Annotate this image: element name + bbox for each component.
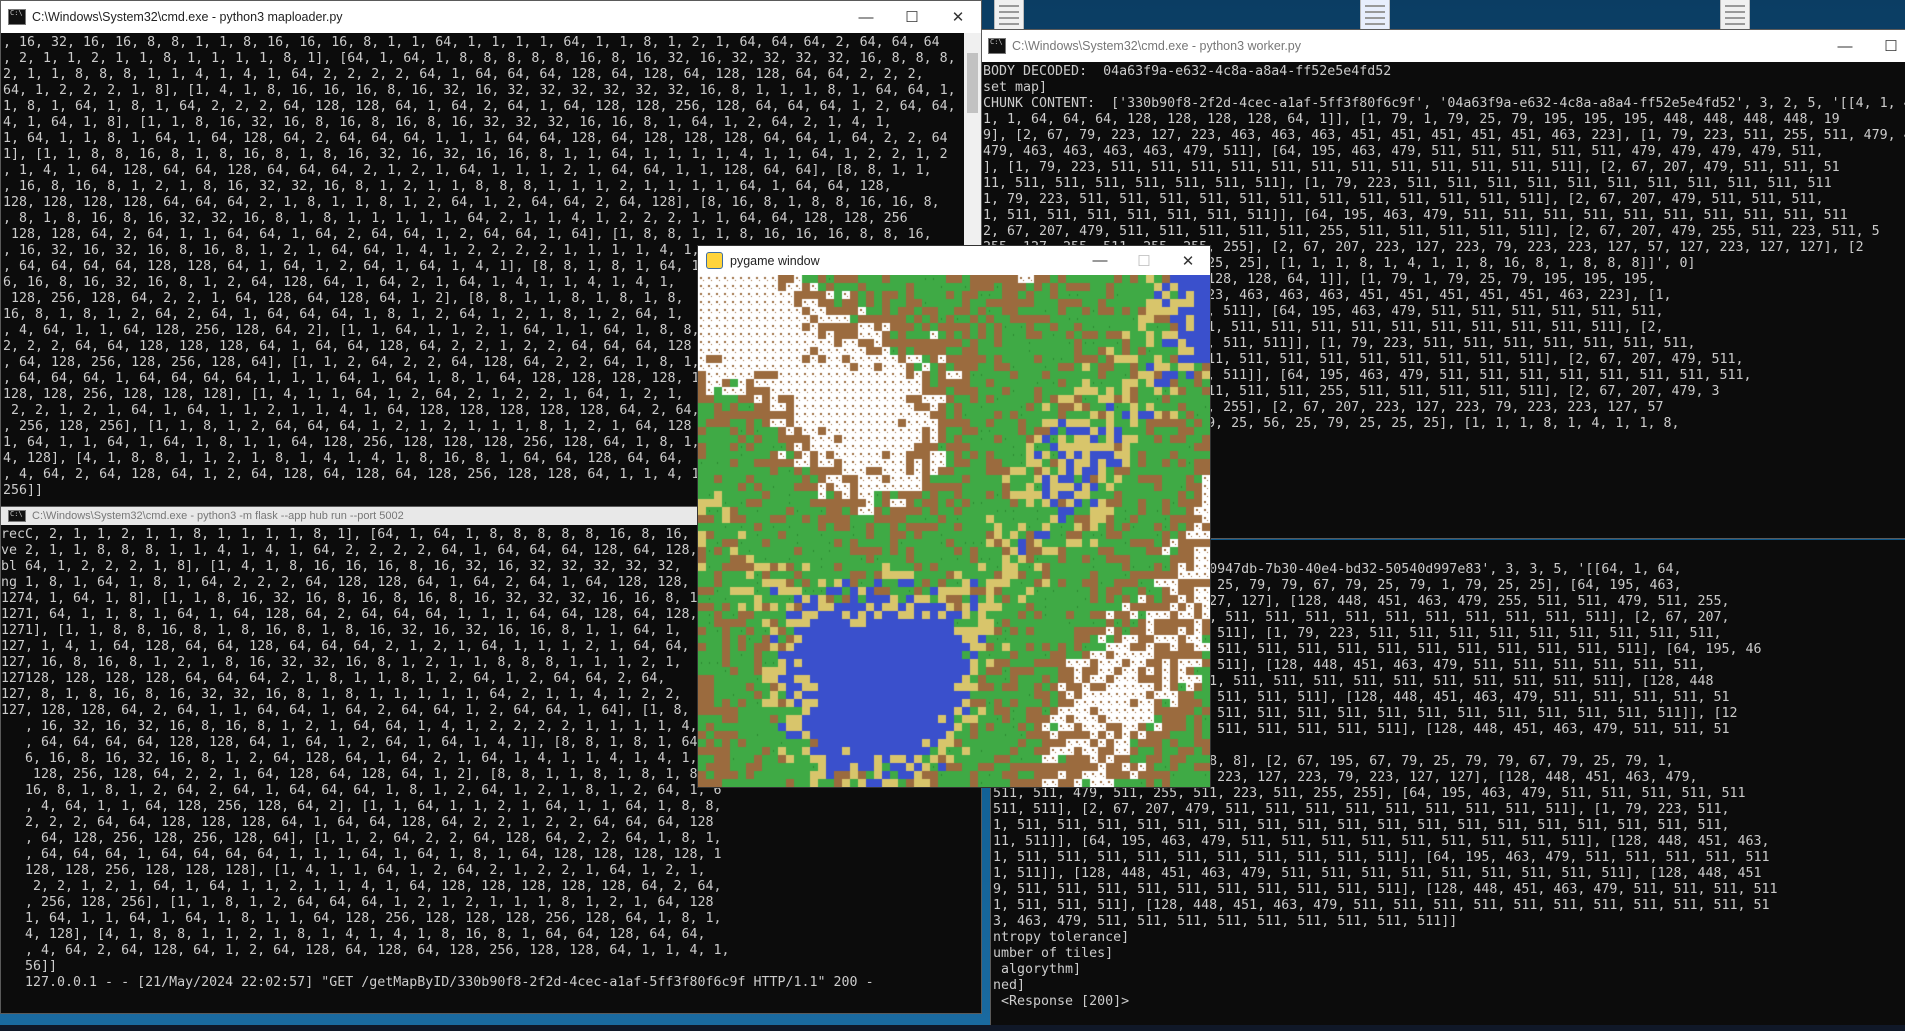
console-line: 1, 511, 511, 511], [128, 448, 451, 463, … [993, 898, 1770, 913]
maximize-button[interactable]: ☐ [1868, 30, 1905, 62]
console-fragment: 127 [1, 671, 25, 686]
window-title: pygame window [730, 253, 820, 268]
console-line: 1], [1, 1, 8, 8, 16, 8, 1, 8, 16, 8, 1, … [3, 147, 948, 162]
console-line: , 64, 64, 64, 1, 64, 64, 64, 64, 1, 1, 1… [25, 847, 722, 862]
maximize-button[interactable]: ☐ [1122, 246, 1166, 275]
console-fragment: 127 [1, 639, 25, 654]
console-fragment: 127 [1, 687, 25, 702]
console-line: umber of tiles] [993, 946, 1114, 961]
pygame-window[interactable]: pygame window — ☐ ✕ [697, 245, 1211, 788]
console-line: 479, 463, 463, 463, 463, 479, 511], [64,… [983, 144, 1824, 159]
console-fragment: bl [1, 559, 18, 574]
console-fragment: rec [1, 527, 25, 542]
console-line: 4, 128], [4, 1, 8, 8, 1, 1, 2, 1, 8, 1, … [25, 927, 706, 942]
title-bar[interactable]: C:\Windows\System32\cmd.exe - python3 wo… [981, 30, 1905, 62]
console-fragment: 127 [1, 655, 25, 670]
python-icon [706, 252, 723, 269]
window-title: C:\Windows\System32\cmd.exe - python3 wo… [1012, 39, 1302, 53]
console-line: 1, 64, 1, 1, 64, 1, 64, 1, 8, 1, 1, 64, … [25, 911, 722, 926]
console-fragment: ve [1, 543, 18, 558]
console-line: 9, 511, 511, 511, 511, 511, 511, 511, 51… [993, 882, 1778, 897]
minimize-button[interactable]: — [1078, 246, 1122, 275]
console-line: 127.0.0.1 - - [21/May/2024 22:02:57] "GE… [25, 975, 874, 990]
taskbar[interactable] [0, 1025, 1905, 1031]
console-line: 128, 128, 256, 128, 128, 128], [1, 4, 1,… [25, 863, 706, 878]
console-line: 1, 1, 64, 64, 64, 128, 128, 128, 128, 64… [983, 112, 1840, 127]
console-fragment: 127 [1, 703, 25, 718]
console-line: 11, 511, 511, 511, 511, 511, 511, 511], … [983, 176, 1832, 191]
title-bar[interactable]: C:\Windows\System32\cmd.exe - python3 ma… [1, 1, 981, 33]
minimize-button[interactable]: — [1822, 30, 1868, 62]
console-line: 4, 1, 64, 1, 8], [1, 1, 8, 16, 32, 16, 8… [3, 115, 892, 130]
console-line: 1, 79, 223, 511, 511, 511, 511, 511, 511… [983, 192, 1824, 207]
console-line: 9], [2, 67, 79, 223, 127, 223, 463, 463,… [983, 128, 1905, 143]
console-line: 64, 1, 2, 2, 2, 1, 8], [1, 4, 1, 8, 16, … [3, 83, 956, 98]
console-line: ], [1, 79, 223, 511, 511, 511, 511, 511,… [983, 160, 1840, 175]
tile-map-canvas[interactable] [698, 275, 1210, 787]
console-left-column: rec ve bl ng 127 127 127 127 127 127 127 127 [1, 525, 25, 1013]
console-line: , 8, 1, 8, 16, 8, 16, 32, 32, 16, 8, 1, … [3, 211, 908, 226]
console-line: 128, 128, 128, 128, 64, 64, 64, 2, 1, 8,… [3, 195, 940, 210]
console-line: , 1, 4, 1, 64, 128, 64, 64, 128, 64, 64,… [3, 163, 932, 178]
close-button[interactable]: ✕ [1166, 246, 1210, 275]
scrollbar-thumb[interactable] [967, 53, 978, 113]
console-line: CHUNK CONTENT: ['330b90f8-2f2d-4cec-a1af… [983, 96, 1905, 111]
minimize-button[interactable]: — [843, 1, 889, 33]
console-line: 128, 128, 64, 2, 64, 1, 1, 64, 64, 1, 64… [3, 227, 932, 242]
console-fragment: 127 [1, 591, 25, 606]
console-line: 1, 64, 1, 1, 8, 1, 64, 1, 64, 128, 64, 2… [3, 131, 948, 146]
console-line: 1, 8, 1, 64, 1, 8, 1, 64, 2, 2, 2, 64, 1… [3, 99, 963, 114]
console-line: 2, 1, 1, 8, 8, 8, 1, 1, 4, 1, 4, 1, 64, … [3, 67, 924, 82]
console-line: 1, 511]], [128, 448, 451, 463, 479, 511,… [993, 866, 1762, 881]
console-line: , 16, 8, 16, 8, 1, 2, 1, 8, 16, 32, 32, … [3, 179, 892, 194]
cmd-icon [988, 38, 1006, 54]
console-line: , 16, 32, 16, 16, 8, 8, 1, 1, 8, 16, 16,… [3, 35, 940, 50]
console-line: , 4, 64, 2, 64, 128, 64, 1, 2, 64, 128, … [25, 943, 730, 958]
console-line: 56]] [25, 959, 58, 974]
console-line: BODY DECODED: 04a63f9a-e632-4c8a-a8a4-ff… [983, 64, 1392, 79]
console-line: 1, 511, 511, 511, 511, 511, 511, 511, 51… [993, 818, 1730, 833]
console-line: 2, 2, 2, 64, 64, 128, 128, 128, 64, 1, 6… [25, 815, 714, 830]
console-line: 3, 463, 479, 511, 511, 511, 511, 511, 51… [993, 914, 1458, 929]
console-line: , 2, 1, 1, 2, 1, 1, 8, 1, 1, 1, 1, 8, 1]… [3, 51, 963, 66]
console-line: ntropy tolerance] [993, 930, 1130, 945]
close-button[interactable]: ✕ [935, 1, 981, 33]
maximize-button[interactable]: ☐ [889, 1, 935, 33]
console-line: 2, 67, 207, 479, 511, 511, 511, 511, 511… [983, 224, 1880, 239]
console-line: 511, 511, 479, 511, 255, 511, 223, 511, … [993, 786, 1746, 801]
console-line: 2, 2, 1, 2, 1, 64, 1, 64, 1, 1, 2, 1, 1,… [25, 879, 722, 894]
console-line: 1, 511, 511, 511, 511, 511, 511, 511, 51… [993, 850, 1770, 865]
console-line: ned] [993, 978, 1026, 993]
console-line: , 256, 128, 256], [1, 1, 8, 1, 2, 64, 64… [25, 895, 714, 910]
title-bar[interactable]: pygame window — ☐ ✕ [698, 246, 1210, 275]
console-fragment: 127 [1, 607, 25, 622]
console-line: <Response [200]> [993, 994, 1130, 1009]
console-line: set map] [983, 80, 1048, 95]
console-line: , 4, 64, 1, 1, 64, 128, 256, 128, 64, 2]… [25, 799, 722, 814]
console-line: 511, 511], [2, 67, 207, 479, 511, 511, 5… [993, 802, 1730, 817]
console-line: 1, 511, 511, 511, 511, 511, 511, 511]], … [983, 208, 1848, 223]
console-line: 11, 511]], [64, 195, 463, 479, 511, 511,… [993, 834, 1770, 849]
cmd-icon [8, 9, 26, 25]
console-fragment: 127 [1, 623, 25, 638]
cmd-icon [8, 510, 26, 522]
console-line: , 64, 128, 256, 128, 256, 128, 64], [1, … [25, 831, 722, 846]
console-fragment: ng [1, 575, 18, 590]
window-title: C:\Windows\System32\cmd.exe - python3 ma… [32, 10, 343, 24]
console-line: algorythm] [993, 962, 1082, 977]
